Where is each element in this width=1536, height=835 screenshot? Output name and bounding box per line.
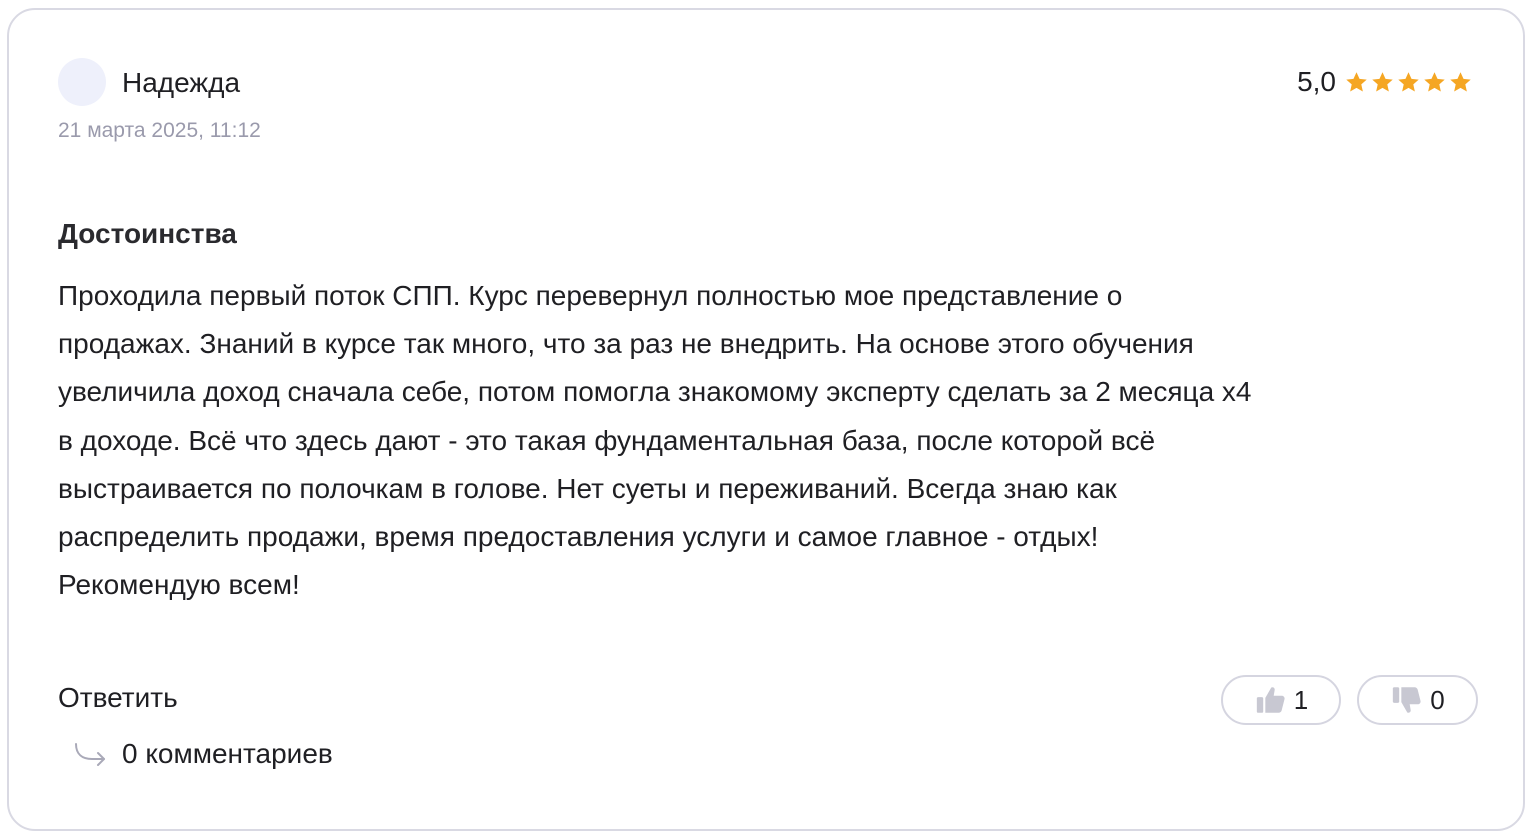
like-button[interactable]: 1 — [1221, 675, 1341, 725]
reply-arrow-icon — [75, 743, 105, 766]
comments-count-label: 0 комментариев — [122, 738, 333, 769]
author-name: Надежда — [122, 67, 241, 98]
rating-stars — [1344, 70, 1473, 95]
star-icon — [1372, 71, 1393, 91]
review-card: Надежда 21 марта 2025, 11:12 5,0 Достоин… — [7, 8, 1525, 831]
star-icon — [1346, 71, 1367, 91]
star-icon — [1424, 71, 1445, 91]
thumbs-down-icon — [1393, 687, 1421, 713]
review-date: 21 марта 2025, 11:12 — [58, 119, 261, 142]
comments-link[interactable]: 0 комментариев — [72, 736, 333, 772]
thumbs-up-icon — [1256, 687, 1285, 713]
dislike-button[interactable]: 0 — [1357, 675, 1478, 725]
star-icon — [1398, 71, 1419, 91]
rating: 5,0 — [1297, 65, 1473, 99]
like-count: 1 — [1293, 685, 1309, 715]
section-title: Достоинства — [58, 218, 237, 249]
avatar — [58, 58, 106, 106]
reply-button[interactable]: Ответить — [58, 680, 178, 716]
star-icon — [1450, 71, 1471, 91]
review-text: Проходила первый поток СПП. Курс перевер… — [58, 280, 1252, 601]
rating-value: 5,0 — [1297, 66, 1336, 97]
dislike-count: 0 — [1430, 685, 1445, 715]
